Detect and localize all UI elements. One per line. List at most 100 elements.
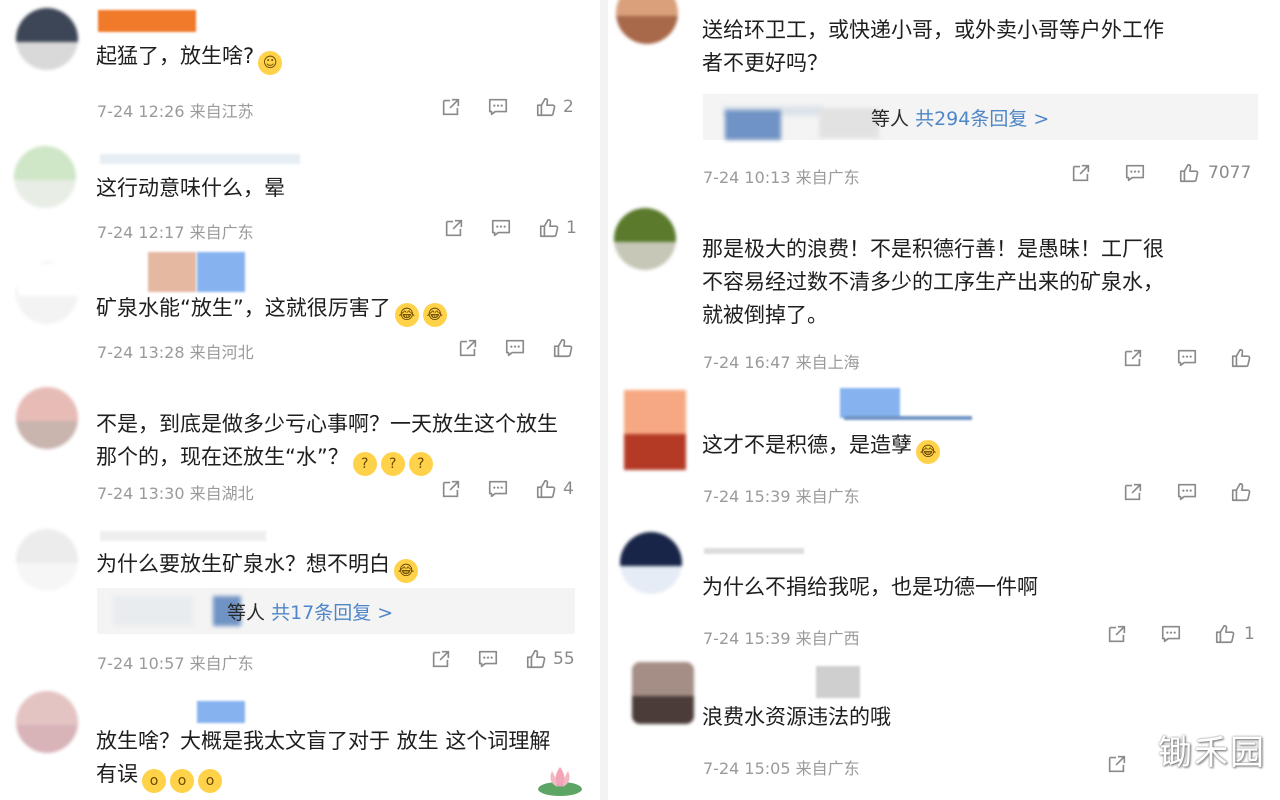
comment-actions [1122,347,1252,369]
left-comment-column: 起猛了，放生啥? ☺ 7-24 12:26 来自江苏 2 这行动意味什么，晕 7-… [0,0,600,800]
avatar[interactable] [16,387,78,449]
comment-item: 那是极大的浪费！不是积德行善！是愚昧！工厂很 不容易经过数不清多少的工序生产出来… [608,200,1280,380]
comment-icon[interactable] [1176,347,1198,369]
comment-actions [1106,753,1128,775]
view-replies-link[interactable]: 共17条回复 > [271,602,393,624]
comment-icon[interactable] [1176,481,1198,503]
avatar[interactable] [616,0,678,44]
view-replies-link[interactable]: 共294条回复 > [915,108,1049,130]
laughing-crying-icon: 😂 [394,303,419,327]
like-button[interactable]: 7077 [1178,162,1251,184]
crying-face-icon: ☺ [258,51,283,75]
username-blurred[interactable] [844,416,972,420]
comment-actions: 7077 [1070,162,1251,184]
comment-icon[interactable] [1160,623,1182,645]
comment-text: 为什么要放生矿泉水？想不明白 😂 [96,548,418,583]
comment-icon[interactable] [487,478,509,500]
share-icon[interactable] [1106,623,1128,645]
comment-text: 那是极大的浪费！不是积德行善！是愚昧！工厂很 不容易经过数不清多少的工序生产出来… [702,237,1164,327]
reply-summary[interactable]: 等人 共17条回复 > [97,588,575,634]
comment-meta: 7-24 15:05 来自广东 [703,759,860,778]
share-icon[interactable] [440,96,462,118]
comment-actions [457,337,574,359]
comment-text: 放生啥？大概是我太文盲了对于 放生 这个词理解 有误 o o o [96,725,550,793]
avatar[interactable] [620,532,682,594]
thinking-face-icon: ? [408,452,433,476]
like-button[interactable] [1230,347,1252,369]
column-divider [600,0,608,800]
share-icon[interactable] [440,478,462,500]
comment-meta: 7-24 10:57 来自广东 [97,654,254,673]
username-blurred[interactable] [148,252,196,292]
comment-text: 为什么不捐给我呢，也是功德一件啊 [702,575,1038,599]
comment-icon[interactable] [504,337,526,359]
comment-item: 不是，到底是做多少亏心事啊？一天放生这个放生 那个的，现在还放生“水”？??? … [0,375,600,515]
like-button[interactable] [1230,481,1252,503]
comment-icon[interactable] [487,96,509,118]
comment-icon[interactable] [490,217,512,239]
thinking-face-icon: ? [380,452,405,476]
like-button[interactable]: 1 [538,217,577,239]
avatar[interactable] [624,390,686,470]
username-blurred[interactable] [100,531,266,541]
username-blurred[interactable] [816,666,860,698]
comment-icon[interactable] [477,648,499,670]
comment-text: 这才不是积德，是造孽 😂 [702,429,940,464]
username-blurred[interactable] [197,252,245,292]
avatar[interactable] [632,662,694,724]
like-button[interactable]: 2 [535,96,574,118]
avatar[interactable] [14,146,76,208]
comment-item: 这才不是积德，是造孽 😂 7-24 15:39 来自广东 [608,380,1280,520]
laughing-crying-icon: 😂 [916,440,940,464]
share-icon[interactable] [430,648,452,670]
comment-meta: 7-24 13:30 来自湖北 [97,484,254,503]
avatar[interactable] [16,691,78,753]
shocked-face-icon: o [170,769,194,793]
username-blurred[interactable] [840,388,900,418]
comment-item: 这行动意味什么，晕 7-24 12:17 来自广东 1 [0,140,600,250]
username-blurred[interactable] [98,10,196,32]
thumbs-up-icon [535,96,557,118]
username-blurred[interactable] [100,154,300,164]
avatar[interactable] [16,262,78,324]
share-icon[interactable] [1122,481,1144,503]
comment-actions: 55 [430,648,575,670]
comment-item: 为什么不捐给我呢，也是功德一件啊 7-24 15:39 来自广西 1 [608,520,1280,660]
comment-text: 不是，到底是做多少亏心事啊？一天放生这个放生 那个的，现在还放生“水”？??? [96,408,558,476]
comment-icon[interactable] [1124,162,1146,184]
share-icon[interactable] [1122,347,1144,369]
comment-actions: 2 [440,96,574,118]
avatar[interactable] [16,8,78,70]
watermark-logo: 锄禾园 [1158,733,1266,773]
share-icon[interactable] [457,337,479,359]
like-button[interactable]: 1 [1214,623,1255,645]
username-blurred[interactable] [197,701,245,723]
thumbs-up-icon [1230,347,1252,369]
lotus-decoration-icon [538,767,582,796]
comment-meta: 7-24 15:39 来自广东 [703,487,860,506]
comment-text: 起猛了，放生啥? ☺ [96,40,283,75]
comment-text: 浪费水资源违法的哦 [702,705,891,729]
like-button[interactable] [552,337,574,359]
comment-meta: 7-24 12:26 来自江苏 [97,102,254,121]
share-icon[interactable] [1106,753,1128,775]
avatar[interactable] [16,529,78,591]
comment-meta: 7-24 16:47 来自上海 [703,353,860,372]
thumbs-up-icon [1230,481,1252,503]
comment-item: 放生啥？大概是我太文盲了对于 放生 这个词理解 有误 o o o [0,685,600,800]
comment-actions: 1 [443,217,577,239]
comment-item: 矿泉水能“放生”，这就很厉害了 😂 😂 7-24 13:28 来自河北 [0,250,600,375]
share-icon[interactable] [443,217,465,239]
thinking-face-icon: ? [352,452,377,476]
comment-text: 送给环卫工，或快递小哥，或外卖小哥等户外工作 者不更好吗？ [702,18,1164,75]
shocked-face-icon: o [198,769,222,793]
like-button[interactable]: 4 [535,478,574,500]
username-blurred[interactable] [704,548,804,554]
share-icon[interactable] [1070,162,1092,184]
right-comment-column: 送给环卫工，或快递小哥，或外卖小哥等户外工作 者不更好吗？ 等人 共294条回复… [608,0,1280,800]
avatar[interactable] [614,208,676,270]
like-button[interactable]: 55 [525,648,575,670]
thumbs-up-icon [1178,162,1200,184]
comment-text: 这行动意味什么，晕 [96,176,285,200]
reply-summary[interactable]: 等人 共294条回复 > [703,94,1258,140]
